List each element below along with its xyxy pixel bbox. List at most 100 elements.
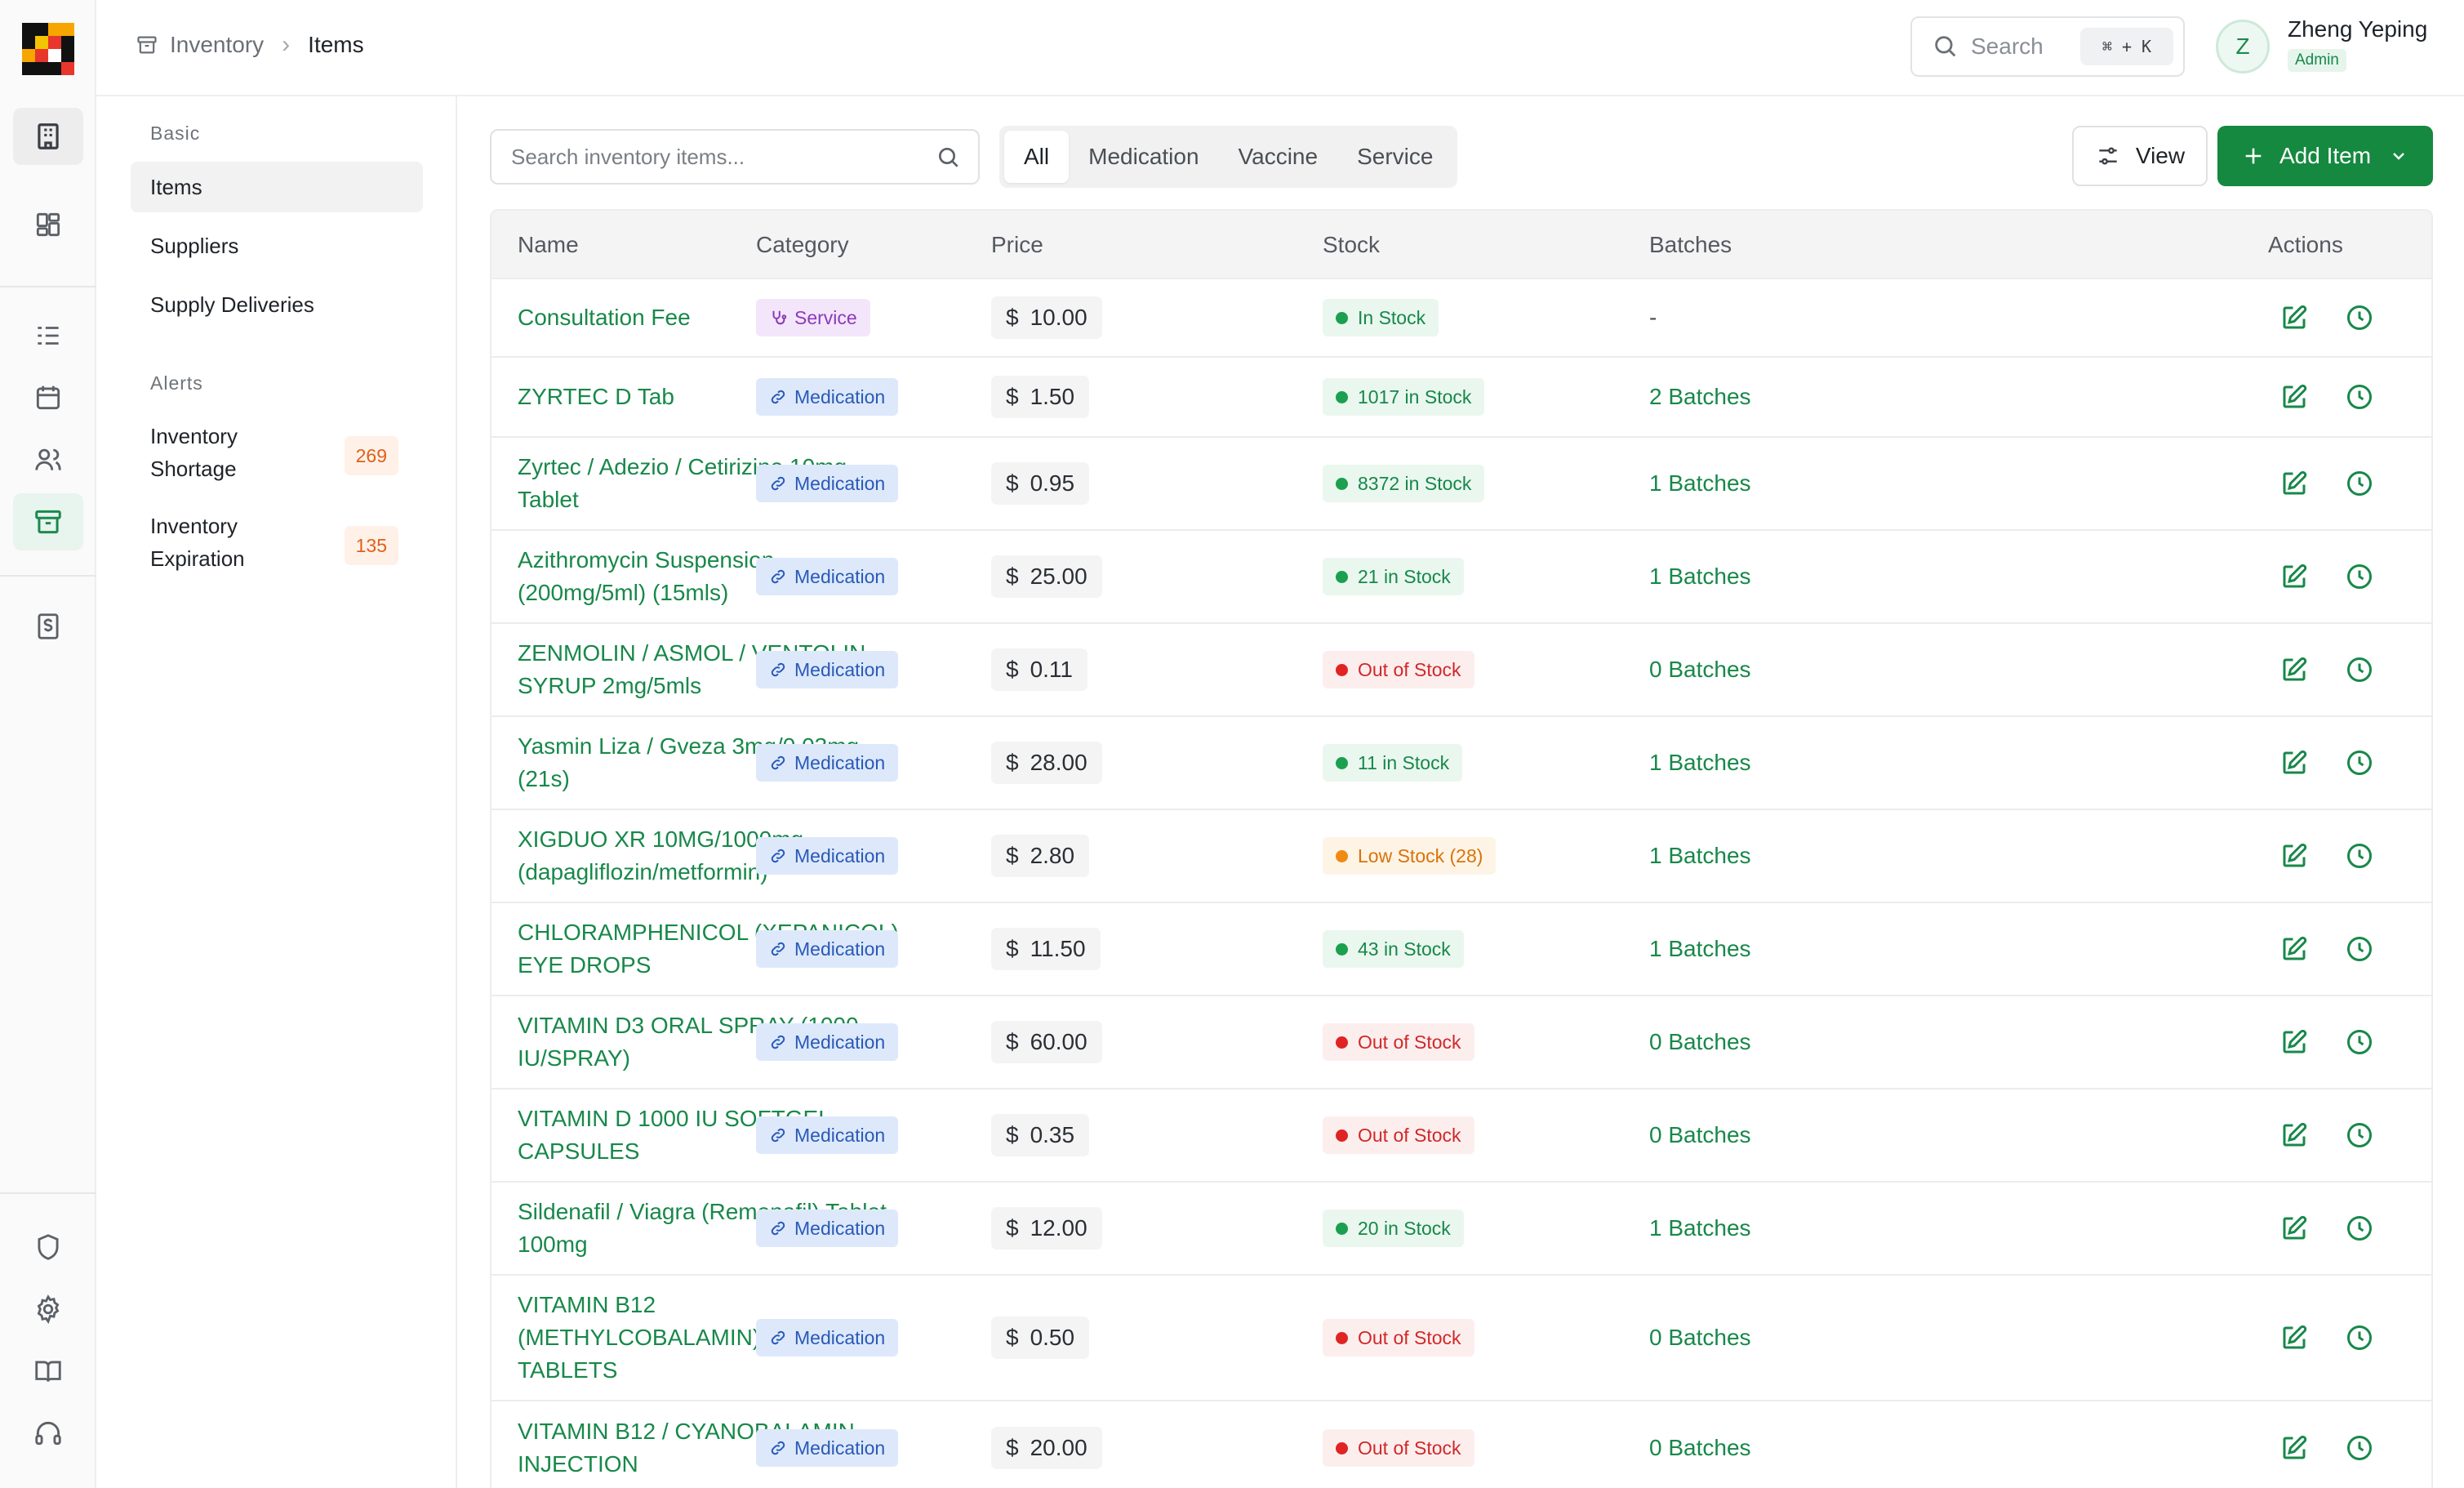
column-header-category[interactable]: Category [756,232,849,258]
item-history-button[interactable] [2345,841,2374,871]
table-row[interactable]: Zyrtec / Adezio / Cetirizine 10mg Tablet… [491,438,2431,531]
rail-billing-button[interactable] [13,598,83,655]
edit-item-button[interactable] [2279,748,2309,777]
batches-link[interactable]: 1 Batches [1649,843,1751,869]
edit-item-button[interactable] [2279,1214,2309,1243]
rail-docs-button[interactable] [13,1343,83,1400]
price-amount: 60.00 [1030,1029,1087,1054]
item-history-button[interactable] [2345,469,2374,498]
tab-vaccine[interactable]: Vaccine [1219,131,1338,183]
batches-link[interactable]: 1 Batches [1649,936,1751,962]
table-row[interactable]: Yasmin Liza / Gveza 3mg/0.03mg (21s) Medi… [491,717,2431,810]
price-value: $0.35 [991,1114,1090,1156]
rail-users-button[interactable] [13,431,83,488]
sidebar-item-supply-deliveries[interactable]: Supply Deliveries [131,279,423,330]
table-row[interactable]: VITAMIN D 1000 IU SOFTGEL CAPSULES Medica… [491,1089,2431,1183]
add-item-button[interactable]: Add Item [2217,126,2433,186]
edit-item-button[interactable] [2279,382,2309,412]
category-label: Medication [794,658,886,680]
column-header-price[interactable]: Price [991,232,1043,258]
column-header-stock[interactable]: Stock [1323,232,1380,258]
status-dot-icon [1336,570,1348,583]
edit-item-button[interactable] [2279,655,2309,684]
table-row[interactable]: Consultation Fee Service $10.00 In Stock - [491,279,2431,358]
table-row[interactable]: VITAMIN D3 ORAL SPRAY (1000 IU/SPRAY) Med… [491,996,2431,1089]
batches-link[interactable]: 0 Batches [1649,1325,1751,1351]
batches-link[interactable]: 2 Batches [1649,384,1751,410]
edit-item-button[interactable] [2279,934,2309,964]
table-row[interactable]: VITAMIN B12 / CYANOBALAMIN INJECTION Medi… [491,1401,2431,1488]
global-search-button[interactable]: Search ⌘ + K [1910,16,2185,77]
batches-link[interactable]: 1 Batches [1649,750,1751,776]
edit-item-button[interactable] [2279,1120,2309,1150]
item-history-button[interactable] [2345,1027,2374,1057]
rail-dashboard-button[interactable] [13,196,83,253]
rail-inventory-button[interactable] [13,493,83,550]
edit-item-button[interactable] [2279,1433,2309,1463]
inventory-search-input[interactable] [511,144,919,170]
user-avatar[interactable]: Z [2216,20,2270,74]
stock-cell: 11 in Stock [1323,744,1463,782]
item-history-button[interactable] [2345,382,2374,412]
column-header-name[interactable]: Name [518,232,579,258]
item-history-button[interactable] [2345,562,2374,591]
batches-link[interactable]: 0 Batches [1649,1435,1751,1461]
edit-item-button[interactable] [2279,841,2309,871]
table-row[interactable]: VITAMIN B12 (METHYLCOBALAMIN) 500MCG TAB… [491,1276,2431,1401]
batches-link[interactable]: 1 Batches [1649,1215,1751,1241]
table-row[interactable]: CHLORAMPHENICOL (XEPANICOL) EYE DROPS Med… [491,903,2431,996]
batches-link[interactable]: 0 Batches [1649,1122,1751,1148]
item-history-button[interactable] [2345,748,2374,777]
user-name[interactable]: Zheng Yeping [2288,16,2427,42]
category-badge: Medication [756,465,899,502]
alert-count-badge: 135 [344,526,398,565]
edit-item-button[interactable] [2279,469,2309,498]
edit-item-button[interactable] [2279,303,2309,332]
table-row[interactable]: XIGDUO XR 10MG/1000mg (dapagliflozin/met… [491,810,2431,903]
breadcrumb-inventory-link[interactable]: Inventory [170,32,264,58]
batches-link[interactable]: 0 Batches [1649,1029,1751,1055]
edit-item-button[interactable] [2279,1323,2309,1352]
batches-link[interactable]: 1 Batches [1649,564,1751,590]
rail-support-button[interactable] [13,1405,83,1462]
item-history-button[interactable] [2345,1433,2374,1463]
sidebar-item-inventory-shortage[interactable]: Inventory Shortage 269 [150,420,423,485]
item-history-button[interactable] [2345,655,2374,684]
view-options-button[interactable]: View [2072,126,2208,186]
edit-item-button[interactable] [2279,562,2309,591]
rail-security-button[interactable] [13,1218,83,1276]
logo[interactable] [22,23,74,75]
sidebar-item-suppliers[interactable]: Suppliers [131,221,423,271]
column-header-actions: Actions [2268,232,2343,257]
item-history-button[interactable] [2345,1214,2374,1243]
tab-service[interactable]: Service [1337,131,1452,183]
tab-all[interactable]: All [1004,131,1070,183]
rail-home-button[interactable] [13,108,83,165]
item-history-button[interactable] [2345,934,2374,964]
table-row[interactable]: ZENMOLIN / ASMOL / VENTOLIN SYRUP 2mg/5m… [491,624,2431,717]
item-history-button[interactable] [2345,303,2374,332]
tab-medication[interactable]: Medication [1069,131,1218,183]
dashboard-icon [36,212,60,237]
column-header-batches[interactable]: Batches [1649,232,1732,258]
status-dot-icon [1336,1222,1348,1235]
table-row[interactable]: Sildenafil / Viagra (Remenafil) Tablet 1… [491,1183,2431,1276]
rail-calendar-button[interactable] [13,369,83,426]
price-amount: 28.00 [1030,750,1087,775]
price-value: $1.50 [991,376,1090,418]
table-row[interactable]: ZYRTEC D Tab Medication $1.50 1017 in Stock… [491,358,2431,438]
stock-cell: Out of Stock [1323,651,1474,688]
batches-link[interactable]: 0 Batches [1649,657,1751,683]
price-value: $10.00 [991,296,1102,339]
sidebar-item-items[interactable]: Items [131,162,423,212]
item-history-button[interactable] [2345,1120,2374,1150]
item-history-button[interactable] [2345,1323,2374,1352]
stock-status-badge: 43 in Stock [1323,930,1464,968]
sidebar-item-inventory-expiration[interactable]: Inventory Expiration 135 [150,510,423,575]
table-row[interactable]: Azithromycin Suspension (200mg/5ml) (15m… [491,531,2431,624]
edit-item-button[interactable] [2279,1027,2309,1057]
rail-settings-button[interactable] [13,1281,83,1338]
batches-link[interactable]: 1 Batches [1649,470,1751,497]
stock-cell: 20 in Stock [1323,1210,1464,1247]
rail-list-button[interactable] [13,307,83,364]
